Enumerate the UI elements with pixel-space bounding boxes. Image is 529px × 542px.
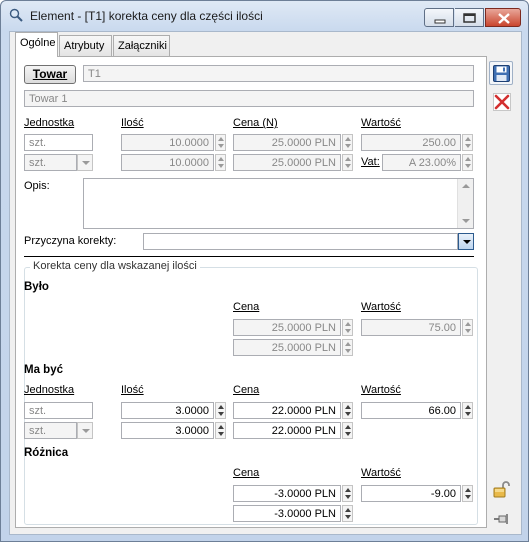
- przyczyna-label: Przyczyna korekty:: [24, 235, 117, 247]
- title-bar[interactable]: Element - [T1] korekta ceny dla części i…: [1, 1, 528, 29]
- roznica-price2-field[interactable]: -3.0000 PLN: [233, 505, 341, 522]
- ma-byc-price2-spinner[interactable]: [342, 422, 353, 439]
- bylo-price2-spinner[interactable]: [342, 339, 353, 356]
- roznica-title: Różnica: [24, 447, 69, 459]
- roznica-price2-spinner[interactable]: [342, 505, 353, 522]
- ma-byc-wartosc-label: Wartość: [361, 384, 401, 396]
- minimize-button[interactable]: [424, 8, 454, 27]
- ma-byc-qty-field[interactable]: 3.0000: [121, 402, 214, 419]
- price2-spinner[interactable]: [342, 154, 353, 171]
- qty-spinner[interactable]: [215, 134, 226, 151]
- wartosc-label: Wartość: [361, 117, 401, 129]
- qty2-field[interactable]: 10.0000: [121, 154, 214, 171]
- bylo-value-spinner[interactable]: [462, 319, 473, 336]
- ma-byc-value-spinner[interactable]: [462, 402, 473, 419]
- jednostka-label: Jednostka: [24, 117, 75, 129]
- opis-label: Opis:: [24, 180, 50, 192]
- magnifier-icon: [9, 8, 23, 22]
- scroll-up-icon[interactable]: [462, 184, 470, 188]
- tab-zalaczniki[interactable]: Załączniki: [113, 35, 170, 57]
- opis-scrollbar[interactable]: [457, 179, 473, 228]
- close-button[interactable]: [485, 8, 521, 27]
- ma-byc-qty-spinner[interactable]: [215, 402, 226, 419]
- roznica-wartosc-label: Wartość: [361, 467, 401, 479]
- vat-field[interactable]: A 23.00%: [382, 154, 461, 171]
- bylo-price2-field[interactable]: 25.0000 PLN: [233, 339, 341, 356]
- value-field[interactable]: 250.00: [361, 134, 461, 151]
- lock-button[interactable]: [489, 476, 513, 500]
- ma-byc-price-field[interactable]: 22.0000 PLN: [233, 402, 341, 419]
- przyczyna-dropdown-arrow[interactable]: [458, 233, 474, 250]
- tab-atrybuty-label: Atrybuty: [64, 40, 105, 52]
- ma-byc-title: Ma być: [24, 364, 63, 376]
- window-title: Element - [T1] korekta ceny dla części i…: [30, 9, 263, 23]
- minimize-icon: [434, 19, 446, 24]
- ma-byc-ilosc-label: Ilość: [121, 384, 144, 396]
- bylo-wartosc-label: Wartość: [361, 301, 401, 313]
- padlock-icon: [493, 481, 510, 498]
- red-x-icon: [493, 93, 511, 111]
- maximize-icon: [463, 13, 476, 23]
- separator: [24, 256, 474, 257]
- save-button[interactable]: [489, 61, 513, 85]
- vat-label: Vat:: [361, 156, 380, 168]
- qty2-spinner[interactable]: [215, 154, 226, 171]
- ma-byc-price2-field[interactable]: 22.0000 PLN: [233, 422, 341, 439]
- cena-n-label: Cena (N): [233, 117, 278, 129]
- roznica-price1-field[interactable]: -3.0000 PLN: [233, 485, 341, 502]
- bylo-cena-label: Cena: [233, 301, 260, 313]
- ma-byc-cena-label: Cena: [233, 384, 260, 396]
- ma-byc-unit-field[interactable]: szt.: [24, 402, 93, 419]
- floppy-disk-icon: [493, 65, 510, 82]
- bylo-title: Było: [24, 281, 49, 293]
- bylo-price1-spinner[interactable]: [342, 319, 353, 336]
- ilosc-label: Ilość: [121, 117, 144, 129]
- price-field[interactable]: 25.0000 PLN: [233, 134, 341, 151]
- maximize-button[interactable]: [455, 8, 484, 27]
- towar-name-field[interactable]: Towar 1: [24, 90, 474, 107]
- tab-panel-ogolne: Towar T1 Towar 1 Jednostka Ilość Cena (N…: [15, 56, 487, 528]
- towar-code-field[interactable]: T1: [83, 65, 474, 82]
- unit-field[interactable]: szt.: [24, 134, 93, 151]
- roznica-value-spinner[interactable]: [462, 485, 473, 502]
- opis-textarea[interactable]: [83, 178, 474, 229]
- tab-ogolne-label: Ogólne: [20, 37, 56, 49]
- value-spinner[interactable]: [462, 134, 473, 151]
- price2-field[interactable]: 25.0000 PLN: [233, 154, 341, 171]
- przyczyna-select[interactable]: [143, 233, 458, 250]
- tab-zalaczniki-label: Załączniki: [118, 40, 167, 52]
- cancel-button[interactable]: [489, 89, 513, 113]
- tab-ogolne[interactable]: Ogólne: [15, 32, 58, 57]
- ma-byc-unit2-dropdown-arrow[interactable]: [77, 422, 93, 439]
- vat-spinner[interactable]: [462, 154, 473, 171]
- roznica-cena-label: Cena: [233, 467, 260, 479]
- ma-byc-value-field[interactable]: 66.00: [361, 402, 461, 419]
- pin-button[interactable]: [489, 506, 513, 530]
- price-spinner[interactable]: [342, 134, 353, 151]
- bylo-value-field[interactable]: 75.00: [361, 319, 461, 336]
- ma-byc-qty2-spinner[interactable]: [215, 422, 226, 439]
- tab-atrybuty[interactable]: Atrybuty: [59, 35, 112, 57]
- ma-byc-jednostka-label: Jednostka: [24, 384, 75, 396]
- unit2-dropdown-arrow[interactable]: [77, 154, 93, 171]
- window-client: Ogólne Atrybuty Załączniki Towar T1 Towa…: [9, 31, 522, 535]
- unit2-select[interactable]: szt.: [24, 154, 77, 171]
- close-icon: [498, 13, 510, 24]
- roznica-value-field[interactable]: -9.00: [361, 485, 461, 502]
- ma-byc-price-spinner[interactable]: [342, 402, 353, 419]
- pin-icon: [494, 514, 508, 524]
- ma-byc-unit2-select[interactable]: szt.: [24, 422, 77, 439]
- qty-field[interactable]: 10.0000: [121, 134, 214, 151]
- korekta-group-title: Korekta ceny dla wskazanej ilości: [30, 260, 200, 272]
- towar-button[interactable]: Towar: [24, 65, 76, 84]
- element-window: Element - [T1] korekta ceny dla części i…: [0, 0, 529, 542]
- ma-byc-qty2-field[interactable]: 3.0000: [121, 422, 214, 439]
- bylo-price1-field[interactable]: 25.0000 PLN: [233, 319, 341, 336]
- scroll-down-icon[interactable]: [462, 219, 470, 223]
- roznica-price1-spinner[interactable]: [342, 485, 353, 502]
